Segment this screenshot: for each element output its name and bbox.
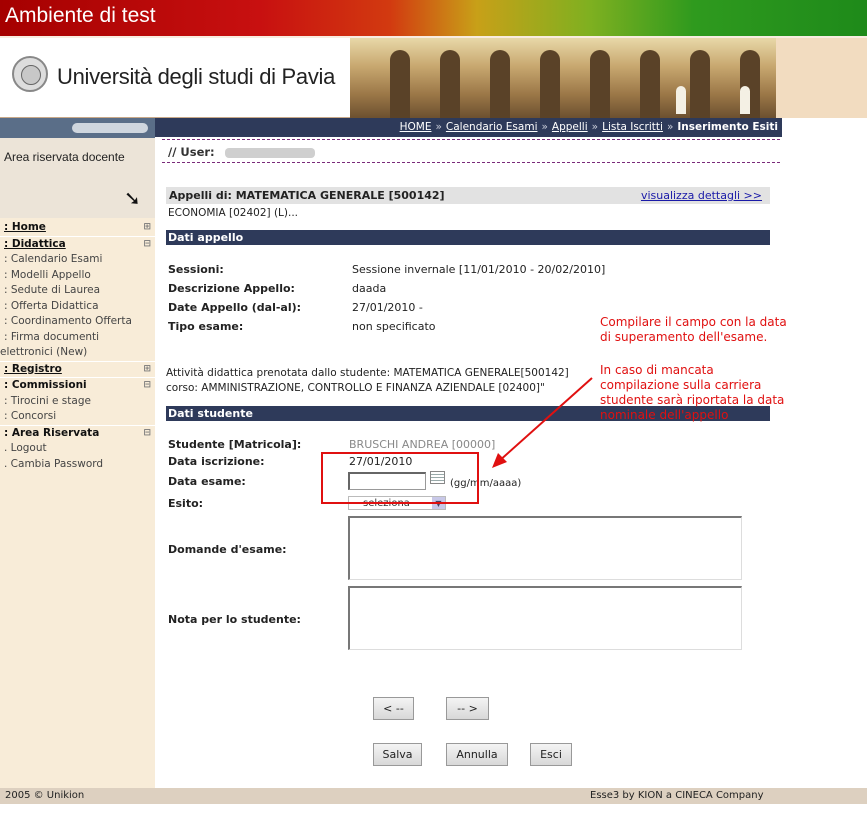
sidebar-item-commissioni[interactable]: : Commissioni ⊟: [0, 377, 155, 394]
breadcrumb-link-lista-iscritti[interactable]: Lista Iscritti: [602, 121, 663, 133]
cancel-button[interactable]: Annulla: [446, 743, 508, 766]
university-banner: Università degli studi di Pavia: [0, 36, 867, 118]
sidebar: Area riservata docente ➘ : Home ⊞: Didatt…: [0, 118, 155, 788]
breadcrumb-separator: »: [541, 121, 548, 133]
expand-toggle-icon[interactable]: ⊞: [143, 220, 151, 236]
sidebar-item-modelli-appello[interactable]: : Modelli Appello: [0, 268, 155, 284]
footer-copyright: 2005 © Unikion: [5, 790, 85, 801]
sidebar-item-home[interactable]: : Home ⊞: [0, 220, 155, 236]
domande-textarea[interactable]: [348, 516, 742, 580]
sidebar-item-sedute-di-laurea[interactable]: : Sedute di Laurea: [0, 283, 155, 299]
sidebar-item-area-riservata[interactable]: : Area Riservata ⊟: [0, 424, 155, 442]
sidebar-item-elettronici-new[interactable]: elettronici (New): [0, 345, 155, 361]
expand-toggle-icon[interactable]: ⊟: [143, 237, 151, 253]
sidebar-item-cambia-password[interactable]: . Cambia Password: [0, 457, 155, 473]
nota-textarea[interactable]: [348, 586, 742, 650]
details-link[interactable]: visualizza dettagli >>: [641, 187, 762, 204]
footer-credits: Esse3 by KION a CINECA Company: [590, 790, 764, 801]
breadcrumb: HOME» Calendario Esami» Appelli» Lista Iscr…: [155, 118, 782, 137]
breadcrumb-separator: »: [435, 121, 442, 133]
annotation-text-2: In caso di mancata compilazione sulla ca…: [600, 363, 785, 422]
sidebar-item-logout[interactable]: . Logout: [0, 441, 155, 457]
sidebar-item-concorsi[interactable]: : Concorsi: [0, 409, 155, 425]
sidebar-item-didattica[interactable]: : Didattica ⊟: [0, 235, 155, 253]
breadcrumb-link-appelli[interactable]: Appelli: [552, 121, 588, 133]
university-logo[interactable]: Università degli studi di Pavia: [0, 38, 350, 118]
highlight-box: [321, 452, 479, 504]
expand-toggle-icon[interactable]: ⊟: [143, 378, 151, 394]
expand-toggle-icon[interactable]: ⊟: [143, 426, 151, 442]
exit-button[interactable]: Esci: [530, 743, 572, 766]
save-button[interactable]: Salva: [373, 743, 422, 766]
university-seal-icon: [12, 56, 48, 92]
sidebar-menu: : Home ⊞: Didattica ⊟: Calendario Esami: M…: [0, 220, 155, 472]
next-button[interactable]: -- >: [446, 697, 489, 720]
expand-toggle-icon[interactable]: ⊞: [143, 362, 151, 378]
sidebar-item-calendario-esami[interactable]: : Calendario Esami: [0, 252, 155, 268]
sidebar-header: [0, 118, 155, 138]
environment-bar: Ambiente di test: [0, 0, 867, 36]
section-dati-appello: Dati appello: [166, 230, 770, 245]
prev-button[interactable]: < --: [373, 697, 414, 720]
redacted-username: [72, 123, 148, 133]
environment-title: Ambiente di test: [5, 4, 156, 27]
appelli-title: Appelli di: MATEMATICA GENERALE [500142]: [169, 189, 445, 202]
sidebar-item-registro[interactable]: : Registro ⊞: [0, 360, 155, 378]
attivita-didattica: Attività didattica prenotata dallo stude…: [166, 366, 598, 396]
reserved-area-label: Area riservata docente: [4, 150, 125, 164]
courtyard-photo: [350, 38, 776, 118]
sidebar-item-firma-documenti[interactable]: : Firma documenti: [0, 330, 155, 346]
breadcrumb-separator: »: [591, 121, 599, 133]
breadcrumb-separator: »: [666, 121, 674, 133]
sidebar-item-offerta-didattica[interactable]: : Offerta Didattica: [0, 299, 155, 315]
sidebar-item-coordinamento-offerta[interactable]: : Coordinamento Offerta: [0, 314, 155, 330]
arrow-down-right-icon: ➘: [124, 186, 141, 210]
annotation-text-1: Compilare il campo con la data di supera…: [600, 315, 787, 344]
redacted-user-name: [224, 147, 315, 158]
breadcrumb-current: Inserimento Esiti: [677, 121, 778, 133]
user-label: // User:: [168, 145, 215, 159]
university-name: Università degli studi di Pavia: [57, 64, 336, 89]
banner-filler: [776, 38, 867, 118]
appelli-header: Appelli di: MATEMATICA GENERALE [500142]…: [166, 187, 770, 204]
reserved-area-box: Area riservata docente ➘: [0, 138, 155, 218]
user-line: // User:: [162, 139, 780, 163]
attivita-line-2: corso: AMMINISTRAZIONE, CONTROLLO E FINA…: [166, 382, 545, 394]
breadcrumb-link-calendario-esami[interactable]: Calendario Esami: [446, 121, 538, 133]
student-name: BRUSCHI ANDREA [00000]: [349, 438, 496, 451]
attivita-line-1: Attività didattica prenotata dallo stude…: [166, 367, 569, 379]
breadcrumb-link-home[interactable]: HOME: [400, 121, 432, 133]
sidebar-item-tirocini-e-stage[interactable]: : Tirocini e stage: [0, 394, 155, 410]
course-subtitle: ECONOMIA [02402] (L)...: [168, 207, 299, 219]
footer: 2005 © Unikion Esse3 by KION a CINECA Co…: [0, 788, 867, 804]
